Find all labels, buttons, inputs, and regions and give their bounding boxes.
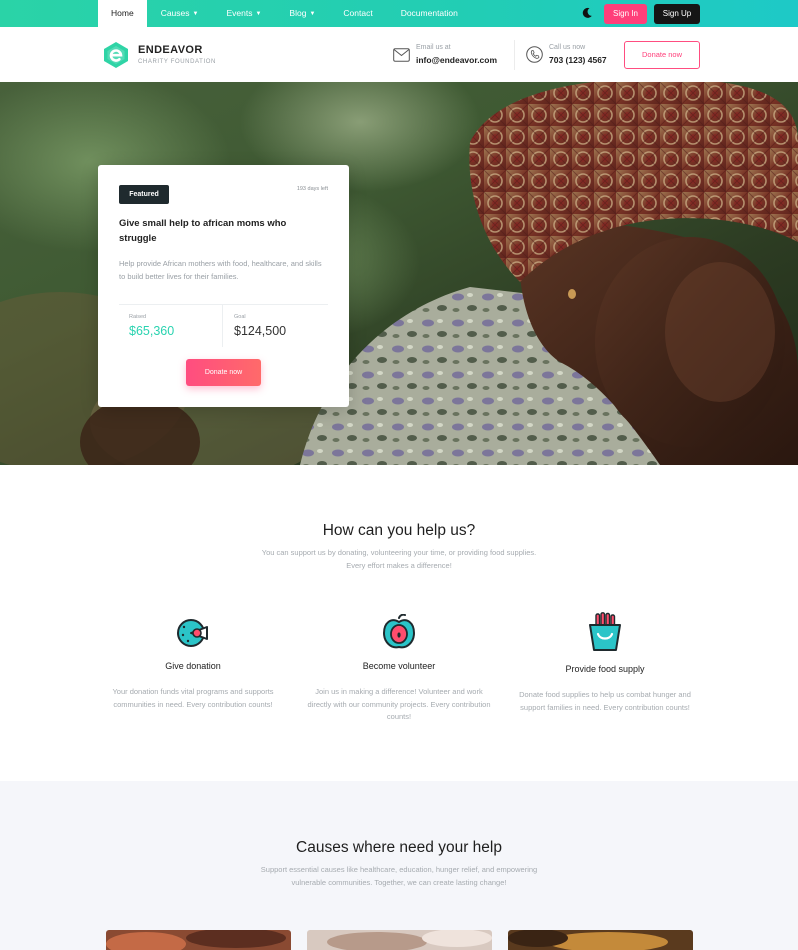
cause-title[interactable]: Give small help to african moms who stru… xyxy=(119,216,319,246)
feature-title[interactable]: Give donation xyxy=(93,661,293,671)
sign-up-button[interactable]: Sign Up xyxy=(654,4,700,24)
goal-label: Goal xyxy=(234,314,246,320)
feature-provide-food: Provide food supply Donate food supplies… xyxy=(505,664,705,714)
main-nav: Home Causes ▼ Events ▼ Blog ▼ Contact Docum… xyxy=(98,0,472,27)
sign-in-button[interactable]: Sign In xyxy=(604,4,647,24)
brand-tagline: CHARITY FOUNDATION xyxy=(138,59,216,65)
subtitle-line: You can support us by donating, voluntee… xyxy=(261,548,537,557)
phone-icon xyxy=(526,46,543,63)
phone-link[interactable]: 703 (123) 4567 xyxy=(549,55,607,65)
chevron-down-icon: ▼ xyxy=(192,11,199,17)
site-header: ENDEAVOR CHARITY FOUNDATION Email us at … xyxy=(0,27,798,82)
feature-title[interactable]: Provide food supply xyxy=(505,664,705,674)
email-label: Email us at xyxy=(416,44,451,51)
cause-card-image[interactable] xyxy=(106,930,291,950)
cause-description: Help provide African mothers with food, … xyxy=(119,259,322,281)
moon-icon[interactable] xyxy=(581,7,593,19)
causes-section-subtitle: Support essential causes like healthcare… xyxy=(199,864,599,889)
raised-amount: $65,360 xyxy=(129,324,175,338)
nav-item-documentation[interactable]: Documentation xyxy=(387,0,472,27)
nav-item-causes[interactable]: Causes ▼ xyxy=(147,0,213,27)
phone-label: Call us now xyxy=(549,44,586,51)
nav-label: Documentation xyxy=(400,8,458,18)
cause-card-image[interactable] xyxy=(508,930,693,950)
header-donate-button[interactable]: Donate now xyxy=(624,41,700,69)
help-section-subtitle: You can support us by donating, voluntee… xyxy=(199,547,599,572)
food-icon xyxy=(589,612,621,651)
help-section-title: How can you help us? xyxy=(322,522,476,539)
chevron-down-icon: ▼ xyxy=(309,11,316,17)
nav-label: Blog xyxy=(289,8,307,18)
nav-item-events[interactable]: Events ▼ xyxy=(212,0,275,27)
feature-description: Donate food supplies to help us combat h… xyxy=(519,690,691,712)
nav-label: Contact xyxy=(343,8,373,18)
nav-item-home[interactable]: Home xyxy=(98,0,147,27)
featured-cause-card: Featured 193 days left Give small help t… xyxy=(98,165,349,407)
featured-badge: Featured xyxy=(119,185,169,204)
header-divider xyxy=(514,40,515,70)
nav-label: Home xyxy=(111,8,134,18)
mail-icon xyxy=(393,48,410,62)
causes-section-title: Causes where need your help xyxy=(296,839,502,856)
brand-name[interactable]: ENDEAVOR xyxy=(138,44,203,56)
feature-description: Join us in making a difference! Voluntee… xyxy=(307,687,491,721)
feature-become-volunteer: Become volunteer Join us in making a dif… xyxy=(299,661,499,724)
nav-label: Causes xyxy=(160,8,190,18)
card-donate-button[interactable]: Donate now xyxy=(186,359,261,386)
email-link[interactable]: info@endeavor.com xyxy=(416,55,497,65)
feature-title[interactable]: Become volunteer xyxy=(299,661,499,671)
days-left: 193 days left xyxy=(296,186,328,192)
raised-label: Raised xyxy=(129,314,147,320)
subtitle-line: Support essential causes like healthcare… xyxy=(260,865,538,874)
nav-item-contact[interactable]: Contact xyxy=(329,0,386,27)
subtitle-line: vulnerable communities. Together, we can… xyxy=(291,877,507,887)
chevron-down-icon: ▼ xyxy=(255,11,262,17)
nav-label: Events xyxy=(226,8,253,18)
feature-description: Your donation funds vital programs and s… xyxy=(112,687,274,709)
feature-give-donation: Give donation Your donation funds vital … xyxy=(93,661,293,711)
donation-icon xyxy=(177,619,208,647)
card-divider xyxy=(119,304,328,305)
goal-amount: $124,500 xyxy=(234,324,287,338)
nav-item-blog[interactable]: Blog ▼ xyxy=(275,0,329,27)
cause-card-image[interactable] xyxy=(307,930,492,950)
logo-icon[interactable] xyxy=(102,41,130,69)
stat-divider xyxy=(222,305,223,347)
subtitle-line: Every effort makes a difference! xyxy=(346,560,452,570)
top-nav-bar: Home Causes ▼ Events ▼ Blog ▼ Contact Docum… xyxy=(0,0,798,27)
apple-icon xyxy=(382,614,416,649)
